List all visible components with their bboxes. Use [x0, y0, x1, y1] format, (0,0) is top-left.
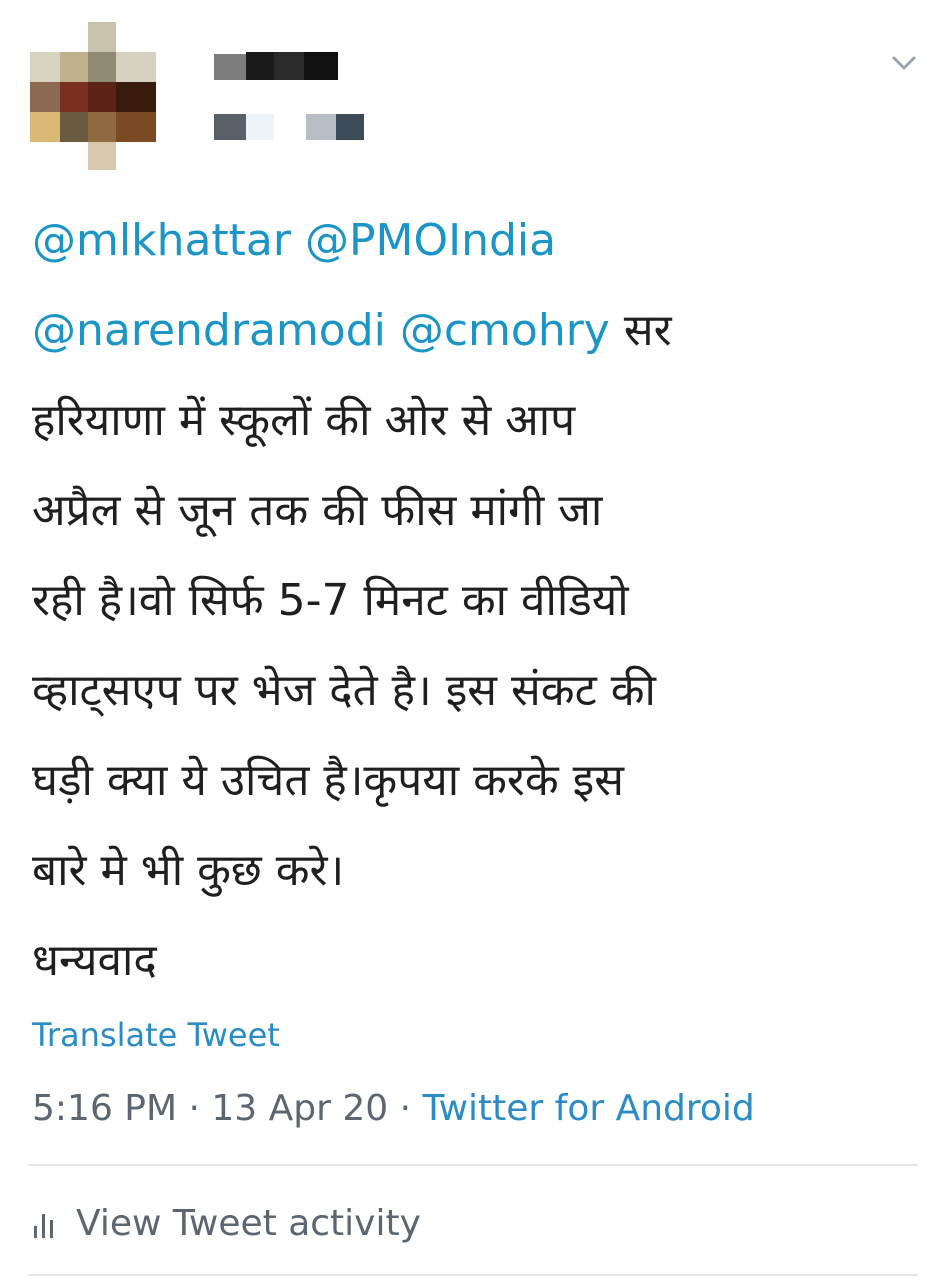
- tweet-header: [0, 0, 925, 180]
- tweet-text-line: @narendramodi @cmohry सर: [32, 286, 912, 376]
- tweet-date[interactable]: 13 Apr 20: [211, 1088, 388, 1129]
- tweet-time: 5:16 PM: [32, 1088, 178, 1129]
- divider: [28, 1274, 918, 1276]
- tweet-text-fragment: घड़ी क्या ये उचित है।कृपया करके इस: [32, 755, 625, 806]
- tweet-text-line: @mlkhattar @PMOIndia: [32, 196, 912, 286]
- mention-link[interactable]: @cmohry: [400, 305, 610, 356]
- tweet-text-line: रही है।वो सिर्फ 5-7 मिनट का वीडियो: [32, 556, 912, 646]
- tweet-text-fragment: [386, 305, 400, 356]
- view-tweet-activity-button[interactable]: View Tweet activity: [32, 1198, 421, 1248]
- tweet-text-line: हरियाणा में स्कूलों की ओर से आप: [32, 376, 912, 466]
- tweet-text-fragment: सर: [609, 305, 672, 356]
- meta-separator: ·: [388, 1088, 423, 1129]
- tweet-text-fragment: व्हाट्सएप पर भेज देते है। इस संकट की: [32, 665, 656, 716]
- divider: [28, 1164, 918, 1166]
- tweet-text-fragment: बारे मे भी कुछ करे।: [32, 845, 345, 896]
- tweet-text-line: घड़ी क्या ये उचित है।कृपया करके इस: [32, 736, 912, 826]
- tweet-text-fragment: धन्यवाद: [32, 935, 157, 986]
- tweet-text-line: बारे मे भी कुछ करे।: [32, 826, 912, 916]
- mention-link[interactable]: @narendramodi: [32, 305, 386, 356]
- tweet-text-line: व्हाट्सएप पर भेज देते है। इस संकट की: [32, 646, 912, 736]
- view-tweet-activity-label: View Tweet activity: [76, 1202, 421, 1244]
- avatar[interactable]: [30, 22, 156, 170]
- bar-chart-icon: [32, 1208, 58, 1238]
- mention-link[interactable]: @mlkhattar: [32, 215, 291, 266]
- tweet-text-fragment: रही है।वो सिर्फ 5-7 मिनट का वीडियो: [32, 575, 629, 626]
- tweet-text-fragment: अप्रैल से जून तक की फीस मांगी जा: [32, 485, 603, 536]
- user-name-redacted[interactable]: [214, 52, 374, 142]
- mention-link[interactable]: @PMOIndia: [305, 215, 556, 266]
- tweet-text: @mlkhattar @PMOIndia @narendramodi @cmohr…: [32, 196, 912, 1006]
- tweet-meta: 5:16 PM · 13 Apr 20 · Twitter for Androi…: [32, 1088, 755, 1129]
- meta-separator: ·: [177, 1088, 212, 1129]
- tweet-text-fragment: हरियाणा में स्कूलों की ओर से आप: [32, 395, 576, 446]
- tweet-text-fragment: [291, 215, 305, 266]
- tweet-source-link[interactable]: Twitter for Android: [423, 1088, 755, 1129]
- tweet-text-line: अप्रैल से जून तक की फीस मांगी जा: [32, 466, 912, 556]
- translate-tweet-link[interactable]: Translate Tweet: [32, 1016, 280, 1054]
- chevron-down-icon[interactable]: [884, 50, 924, 80]
- tweet-text-line: धन्यवाद: [32, 916, 912, 1006]
